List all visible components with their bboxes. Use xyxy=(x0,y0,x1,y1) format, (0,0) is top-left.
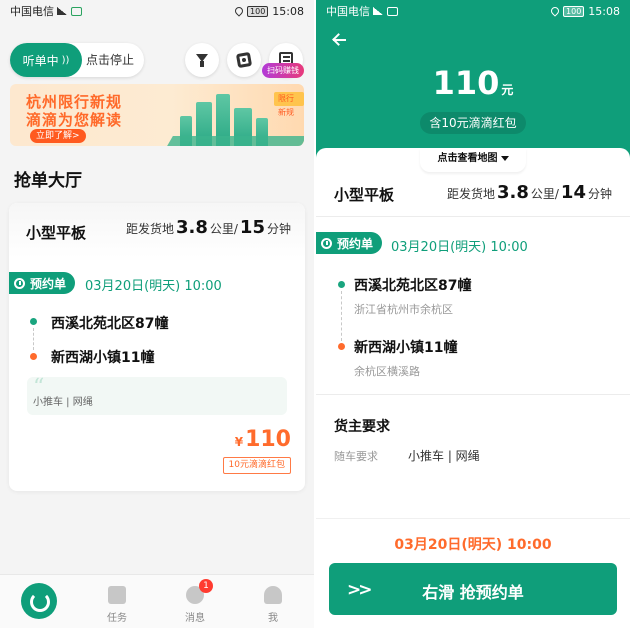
dropoff-address: 新西湖小镇11幢 xyxy=(51,350,155,366)
tap-to-stop-label[interactable]: 点击停止 xyxy=(86,43,134,77)
location-icon xyxy=(233,5,245,17)
status-bar: 中国电信 100 15:08 xyxy=(0,0,314,22)
appointment-badge: 预约单 xyxy=(316,232,382,254)
pickup-dot-icon xyxy=(30,318,37,325)
battery-icon: 100 xyxy=(247,5,269,17)
scan-earn-badge: 扫码赚钱 xyxy=(262,63,304,78)
banner-learn-more-button[interactable]: 立即了解> xyxy=(30,129,86,143)
appointment-time: 03月20日(明天) 10:00 xyxy=(85,279,222,294)
page-title: 抢单大厅 xyxy=(14,171,82,191)
listening-label: 听单中 xyxy=(22,53,59,68)
order-price: ¥ 110 xyxy=(234,427,291,452)
pickup-address: 西溪北苑北区87幢 xyxy=(51,316,169,332)
distance-min: 14 xyxy=(560,182,586,203)
banner-city-illustration: 限行新规 xyxy=(167,84,304,146)
person-icon xyxy=(264,586,282,604)
distance-info: 距发货地 3.8 公里/ 14 分钟 xyxy=(446,182,612,203)
red-packet-pill: 含10元滴滴红包 xyxy=(420,112,526,134)
vehicle-type: 小型平板 xyxy=(26,224,87,242)
divider xyxy=(316,394,630,395)
tab-home[interactable] xyxy=(0,575,78,628)
order-card[interactable]: 小型平板 距发货地 3.8 公里/ 15 分钟 预约单 03月20日(明天) 1… xyxy=(9,203,305,491)
shipper-requirements-title: 货主要求 xyxy=(334,419,390,435)
wechat-icon xyxy=(387,6,398,16)
distance-info: 距发货地 3.8 公里/ 15 分钟 xyxy=(125,217,291,238)
location-icon xyxy=(549,5,561,17)
clock-time: 15:08 xyxy=(272,4,304,18)
task-book-icon xyxy=(108,586,126,604)
distance-km: 3.8 xyxy=(496,182,529,203)
unread-badge: 1 xyxy=(199,579,213,593)
carrier-label: 中国电信 xyxy=(10,5,54,18)
bottom-appointment-time: 03月20日(明天) 10:00 xyxy=(394,537,552,553)
battery-icon: 100 xyxy=(563,5,585,17)
wechat-icon xyxy=(71,6,82,16)
pickup-area: 浙江省杭州市余杭区 xyxy=(354,303,453,316)
tab-messages[interactable]: 1 消息 xyxy=(156,575,234,628)
dropoff-dot-icon xyxy=(30,353,37,360)
status-bar: 中国电信 100 15:08 xyxy=(316,0,630,22)
pickup-address: 西溪北苑北区87幢 xyxy=(354,278,472,294)
bottom-tab-bar: 任务 1 消息 我 xyxy=(0,574,314,628)
distance-km: 3.8 xyxy=(175,217,208,238)
listen-toggle[interactable]: 听单中 )) 点击停止 xyxy=(10,43,144,77)
clock-icon xyxy=(321,237,332,249)
requirement-value: 小推车 | 网绳 xyxy=(408,449,480,463)
appointment-time: 03月20日(明天) 10:00 xyxy=(391,240,528,255)
grab-button-label: 右滑 抢预约单 xyxy=(422,583,524,602)
tab-me[interactable]: 我 xyxy=(234,575,312,628)
vehicle-type: 小型平板 xyxy=(334,186,395,204)
tab-tasks[interactable]: 任务 xyxy=(78,575,156,628)
order-hall-screen: 中国电信 100 15:08 听单中 )) 点击停止 扫码赚钱 杭州限行新规 滴… xyxy=(0,0,314,628)
order-price: 110 元 xyxy=(432,64,514,102)
filter-button[interactable] xyxy=(185,43,219,77)
banner-sign: 限行新规 xyxy=(274,92,304,117)
dropoff-area: 余杭区横溪路 xyxy=(354,365,420,378)
distance-min: 15 xyxy=(239,217,265,238)
divider xyxy=(316,216,630,217)
tag-icon xyxy=(235,51,253,69)
signal-icon xyxy=(57,7,67,15)
caret-down-icon xyxy=(500,155,509,161)
back-arrow-icon[interactable] xyxy=(332,30,350,50)
order-detail-screen: 中国电信 100 15:08 110 元 含10元滴滴红包 点击查看地图 小型平板… xyxy=(316,0,630,628)
clock-time: 15:08 xyxy=(588,4,620,18)
requirement-label: 随车要求 xyxy=(334,450,378,463)
sound-wave-icon: )) xyxy=(61,54,70,66)
promo-banner[interactable]: 杭州限行新规 滴滴为您解读 立即了解> 限行新规 xyxy=(10,84,304,146)
tag-button[interactable] xyxy=(227,43,261,77)
red-packet-tag: 10元滴滴红包 xyxy=(222,457,291,474)
listening-button[interactable]: 听单中 )) xyxy=(10,43,82,77)
dropoff-address: 新西湖小镇11幢 xyxy=(354,340,458,356)
view-map-toggle[interactable]: 点击查看地图 xyxy=(420,148,526,172)
notes-text: 小推车 | 网绳 xyxy=(33,397,93,408)
banner-line2: 滴滴为您解读 xyxy=(26,111,123,129)
appointment-badge: 预约单 xyxy=(9,272,75,294)
clock-icon xyxy=(14,277,25,289)
signal-icon xyxy=(373,7,383,15)
swipe-grab-button[interactable]: >> 右滑 抢预约单 xyxy=(329,563,617,615)
carrier-label: 中国电信 xyxy=(326,5,370,18)
didi-home-icon xyxy=(21,583,57,619)
order-notes: “ 小推车 | 网绳 xyxy=(27,375,287,415)
pickup-dot-icon xyxy=(338,281,345,288)
dropoff-dot-icon xyxy=(338,343,345,350)
